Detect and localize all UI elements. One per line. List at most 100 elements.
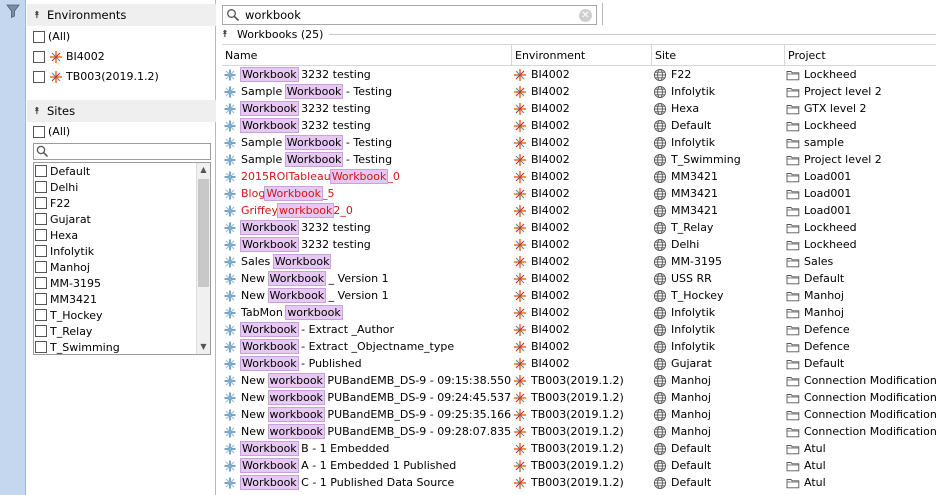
- cell-project[interactable]: Atul: [785, 440, 936, 457]
- site-option[interactable]: Delhi: [34, 179, 210, 195]
- cell-environment[interactable]: BI4002: [512, 253, 652, 270]
- cell-environment[interactable]: TB003(2019.1.2): [512, 372, 652, 389]
- checkbox[interactable]: [35, 341, 47, 353]
- cell-name[interactable]: BlogWorkbook_5: [222, 185, 512, 202]
- cell-name[interactable]: Workbook 3232 testing: [222, 117, 512, 134]
- table-row[interactable]: TabMon workbook BI4002 Infolytik Manhoj: [222, 304, 936, 321]
- table-row[interactable]: Workbook B - 1 Embedded TB003(2019.1.2) De…: [222, 440, 936, 457]
- scroll-up-icon[interactable]: ▲: [197, 163, 210, 177]
- cell-environment[interactable]: BI4002: [512, 117, 652, 134]
- table-row[interactable]: Workbook 3232 testing BI4002 Delhi Lockheed: [222, 236, 936, 253]
- cell-project[interactable]: Connection Modification: [785, 423, 936, 440]
- cell-environment[interactable]: TB003(2019.1.2): [512, 457, 652, 474]
- table-row[interactable]: Workbook - Published BI4002 Gujarat Default: [222, 355, 936, 372]
- checkbox[interactable]: [35, 293, 47, 305]
- cell-project[interactable]: Load001: [785, 168, 936, 185]
- checkbox[interactable]: [35, 229, 47, 241]
- cell-environment[interactable]: BI4002: [512, 83, 652, 100]
- checkbox[interactable]: [35, 261, 47, 273]
- cell-site[interactable]: Infolytik: [652, 134, 785, 151]
- cell-project[interactable]: Project level 2: [785, 83, 936, 100]
- cell-name[interactable]: Workbook 3232 testing: [222, 236, 512, 253]
- cell-environment[interactable]: BI4002: [512, 270, 652, 287]
- site-option[interactable]: MM3421: [34, 291, 210, 307]
- checkbox[interactable]: [33, 50, 45, 63]
- site-option[interactable]: Infolytik: [34, 243, 210, 259]
- cell-environment[interactable]: BI4002: [512, 304, 652, 321]
- cell-project[interactable]: Atul: [785, 457, 936, 474]
- checkbox[interactable]: [33, 125, 45, 138]
- table-row[interactable]: New workbook PUBandEMB_DS-9 - 09:28:07.8…: [222, 423, 936, 440]
- site-option[interactable]: T_Hockey: [34, 307, 210, 323]
- cell-name[interactable]: Workbook - Published: [222, 355, 512, 372]
- cell-site[interactable]: Default: [652, 440, 785, 457]
- cell-site[interactable]: Gujarat: [652, 355, 785, 372]
- site-option[interactable]: F22: [34, 195, 210, 211]
- column-header-environment[interactable]: Environment: [512, 45, 652, 66]
- cell-project[interactable]: Lockheed: [785, 219, 936, 236]
- site-list[interactable]: Default Delhi F22 Gujarat Hexa Infolytik Manho…: [33, 162, 211, 355]
- cell-name[interactable]: New workbook PUBandEMB_DS-9 - 09:25:35.1…: [222, 406, 512, 423]
- cell-environment[interactable]: BI4002: [512, 100, 652, 117]
- workbook-search-field[interactable]: ✕: [222, 5, 597, 25]
- cell-project[interactable]: Lockheed: [785, 66, 936, 83]
- environment-option-all[interactable]: (All): [33, 28, 70, 45]
- cell-site[interactable]: Default: [652, 474, 785, 491]
- site-option[interactable]: T_Swimming: [34, 339, 210, 354]
- scroll-down-icon[interactable]: ▼: [197, 340, 210, 354]
- cell-project[interactable]: Connection Modification: [785, 372, 936, 389]
- cell-site[interactable]: Manhoj: [652, 406, 785, 423]
- table-row[interactable]: New Workbook _ Version 1 BI4002 T_Hockey Ma…: [222, 287, 936, 304]
- cell-site[interactable]: MM3421: [652, 185, 785, 202]
- table-row[interactable]: Sales Workbook BI4002 MM-3195 Sales: [222, 253, 936, 270]
- cell-site[interactable]: Manhoj: [652, 389, 785, 406]
- collapse-chevron-icon[interactable]: ⯭: [27, 10, 47, 21]
- cell-site[interactable]: Hexa: [652, 100, 785, 117]
- cell-environment[interactable]: BI4002: [512, 338, 652, 355]
- site-option[interactable]: Manhoj: [34, 259, 210, 275]
- cell-project[interactable]: Manhoj: [785, 287, 936, 304]
- cell-environment[interactable]: BI4002: [512, 355, 652, 372]
- checkbox[interactable]: [35, 197, 47, 209]
- cell-site[interactable]: Manhoj: [652, 423, 785, 440]
- sites-header[interactable]: ⯭ Sites: [27, 100, 216, 122]
- cell-project[interactable]: Load001: [785, 202, 936, 219]
- table-row[interactable]: Sample Workbook - Testing BI4002 Infolytik…: [222, 83, 936, 100]
- collapse-chevron-icon[interactable]: ⯭: [222, 29, 235, 40]
- cell-name[interactable]: Sales Workbook: [222, 253, 512, 270]
- checkbox[interactable]: [35, 245, 47, 257]
- cell-environment[interactable]: TB003(2019.1.2): [512, 389, 652, 406]
- cell-environment[interactable]: TB003(2019.1.2): [512, 423, 652, 440]
- site-option[interactable]: Hexa: [34, 227, 210, 243]
- checkbox[interactable]: [35, 277, 47, 289]
- checkbox[interactable]: [35, 165, 47, 177]
- cell-environment[interactable]: BI4002: [512, 202, 652, 219]
- checkbox[interactable]: [33, 70, 45, 83]
- table-row[interactable]: Sample Workbook - Testing BI4002 T_Swimmin…: [222, 151, 936, 168]
- table-row[interactable]: Workbook 3232 testing BI4002 Default Lockhe…: [222, 117, 936, 134]
- cell-project[interactable]: Lockheed: [785, 236, 936, 253]
- cell-environment[interactable]: TB003(2019.1.2): [512, 440, 652, 457]
- cell-project[interactable]: Load001: [785, 185, 936, 202]
- cell-project[interactable]: Defence: [785, 338, 936, 355]
- cell-name[interactable]: Workbook 3232 testing: [222, 66, 512, 83]
- cell-project[interactable]: Manhoj: [785, 304, 936, 321]
- site-search-input[interactable]: [33, 143, 211, 160]
- table-row[interactable]: BlogWorkbook_5 BI4002 MM3421 Load001: [222, 185, 936, 202]
- cell-environment[interactable]: BI4002: [512, 66, 652, 83]
- cell-site[interactable]: Default: [652, 117, 785, 134]
- cell-site[interactable]: Infolytik: [652, 321, 785, 338]
- cell-name[interactable]: Sample Workbook - Testing: [222, 83, 512, 100]
- cell-environment[interactable]: TB003(2019.1.2): [512, 406, 652, 423]
- cell-project[interactable]: GTX level 2: [785, 100, 936, 117]
- cell-site[interactable]: Delhi: [652, 236, 785, 253]
- cell-site[interactable]: F22: [652, 66, 785, 83]
- cell-site[interactable]: Infolytik: [652, 83, 785, 100]
- cell-site[interactable]: USS RR: [652, 270, 785, 287]
- cell-project[interactable]: Sales: [785, 253, 936, 270]
- scroll-thumb[interactable]: [198, 179, 209, 287]
- filter-icon[interactable]: [5, 3, 21, 19]
- cell-environment[interactable]: BI4002: [512, 321, 652, 338]
- cell-name[interactable]: 2015ROITableauWorkbook_0: [222, 168, 512, 185]
- cell-project[interactable]: Connection Modification: [785, 406, 936, 423]
